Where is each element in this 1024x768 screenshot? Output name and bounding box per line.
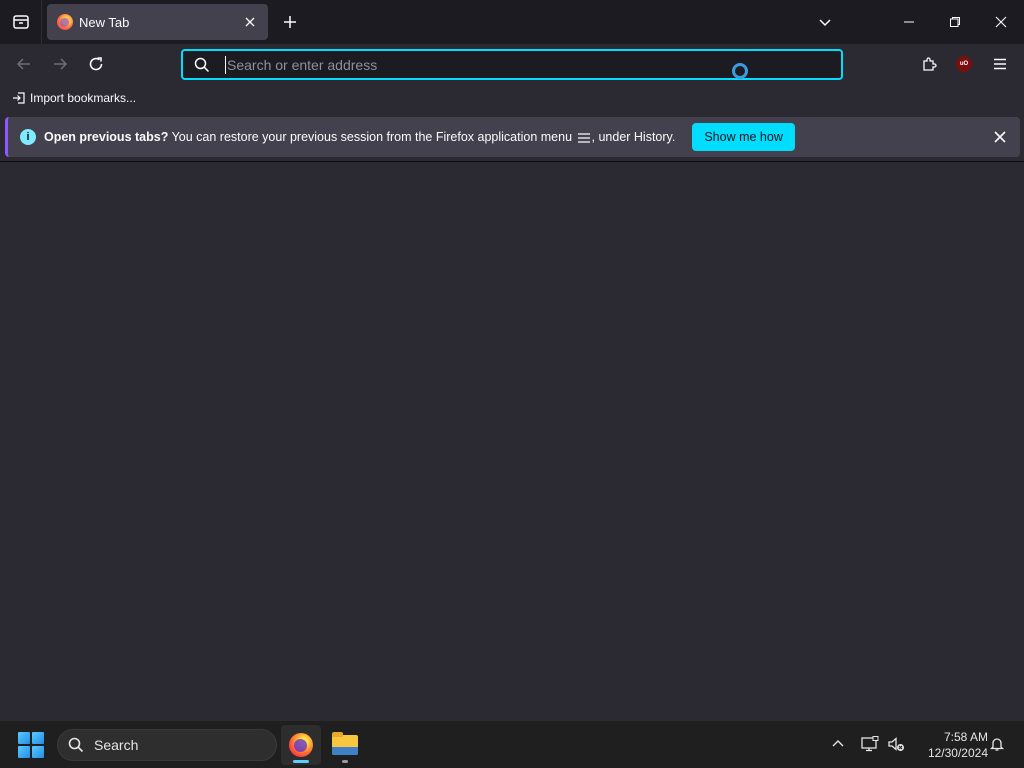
start-logo-icon [18, 732, 30, 744]
notification-bold-text: Open previous tabs? [44, 130, 169, 144]
minimize-button[interactable] [886, 0, 932, 44]
import-bookmarks-button[interactable]: Import bookmarks... [12, 91, 136, 105]
bookmarks-toolbar: Import bookmarks... [0, 84, 1024, 112]
close-notification-button[interactable] [990, 127, 1010, 147]
back-button[interactable] [10, 50, 38, 78]
notification-text-after: , under History. [591, 130, 676, 144]
taskbar-search-label: Search [94, 737, 139, 753]
notification-text-before: You can restore your previous session fr… [168, 130, 576, 144]
chevron-down-icon [819, 19, 831, 27]
extensions-button[interactable] [915, 50, 943, 78]
running-app-indicator [342, 760, 348, 763]
notification-area: i Open previous tabs? You can restore yo… [0, 112, 1024, 162]
firefox-icon [289, 733, 313, 757]
minimize-icon [904, 21, 914, 23]
tab-strip: New Tab [0, 0, 1024, 44]
ublock-origin-button[interactable]: uO [950, 50, 978, 78]
import-icon [12, 91, 26, 105]
forward-button[interactable] [46, 50, 74, 78]
search-icon [193, 56, 211, 74]
taskbar-search-box[interactable]: Search [57, 729, 277, 761]
navigation-toolbar: uO [0, 44, 1024, 84]
back-arrow-icon [16, 58, 30, 70]
taskbar-clock[interactable]: 7:58 AM 12/30/2024 [912, 729, 988, 761]
volume-button[interactable] [885, 733, 907, 755]
notification-message: Open previous tabs? You can restore your… [44, 130, 675, 144]
restore-button[interactable] [932, 0, 978, 44]
tab-new-tab[interactable]: New Tab [47, 4, 268, 40]
restore-session-notification: i Open previous tabs? You can restore yo… [5, 117, 1020, 157]
firefox-view-button[interactable] [0, 0, 42, 44]
application-menu-button[interactable] [986, 50, 1014, 78]
hamburger-menu-icon [994, 58, 1006, 70]
start-button[interactable] [18, 732, 44, 758]
restore-icon [950, 17, 960, 27]
close-icon [994, 131, 1006, 143]
notification-bell-icon [989, 738, 1005, 751]
tabs-list-icon [12, 15, 29, 29]
reload-button[interactable] [82, 50, 110, 78]
close-window-button[interactable] [978, 0, 1024, 44]
clock-date: 12/30/2024 [927, 746, 988, 760]
forward-arrow-icon [54, 58, 68, 70]
import-bookmarks-label: Import bookmarks... [30, 91, 137, 105]
close-tab-button[interactable] [240, 12, 260, 32]
close-icon [995, 16, 1007, 28]
info-icon: i [20, 129, 36, 145]
list-all-tabs-button[interactable] [802, 0, 848, 44]
network-icon [861, 736, 879, 752]
tray-chevron-up-icon [832, 740, 844, 747]
clock-time: 7:58 AM [943, 730, 988, 744]
file-explorer-icon [332, 732, 358, 755]
close-icon [245, 17, 255, 27]
tab-title: New Tab [79, 14, 130, 30]
taskbar-firefox[interactable] [281, 725, 321, 765]
show-me-how-button[interactable]: Show me how [692, 123, 795, 151]
plus-icon [284, 16, 296, 28]
extensions-icon [923, 57, 937, 71]
show-hidden-icons-button[interactable] [827, 733, 849, 755]
search-icon [68, 737, 84, 753]
windows-taskbar: Search 7:58 AM 12/30/2024 [0, 720, 1024, 768]
page-content [0, 162, 1024, 720]
reload-icon [89, 57, 103, 71]
notifications-button[interactable] [986, 733, 1008, 755]
firefox-favicon [57, 14, 73, 30]
url-input[interactable] [225, 55, 841, 74]
ublock-icon: uO [956, 56, 972, 72]
hamburger-menu-icon [577, 133, 590, 143]
volume-icon [888, 737, 904, 751]
loading-cursor [732, 63, 748, 79]
new-tab-button[interactable] [278, 10, 302, 34]
network-status-button[interactable] [859, 733, 881, 755]
active-app-indicator [293, 760, 309, 763]
taskbar-file-explorer[interactable] [325, 725, 365, 765]
